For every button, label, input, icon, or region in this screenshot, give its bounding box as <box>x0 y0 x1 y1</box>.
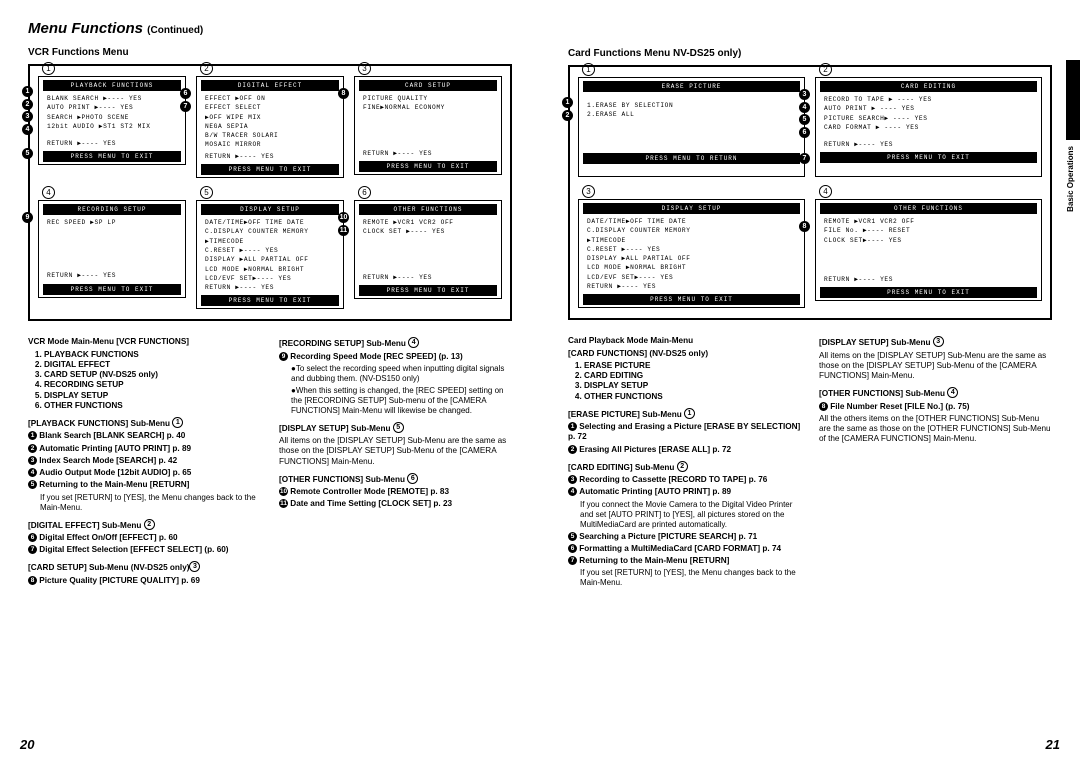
page-right: Card Functions Menu NV-DS25 only) 1 12 E… <box>540 0 1080 762</box>
screen-playback-functions: PLAYBACK FUNCTIONS BLANK SEARCH ▶---- YE… <box>38 76 186 165</box>
page-number-right: 21 <box>1046 737 1060 752</box>
left-description-columns: VCR Mode Main-Menu [VCR FUNCTIONS] PLAYB… <box>28 331 512 588</box>
page-left: Menu Functions (Continued) VCR Functions… <box>0 0 540 762</box>
screen-other-functions: OTHER FUNCTIONS REMOTE ▶VCR1 VCR2 OFF CL… <box>354 200 502 299</box>
screen-label-2: 2 <box>200 62 213 75</box>
screen-card-setup: CARD SETUP PICTURE QUALITY FINE▶NORMAL E… <box>354 76 502 175</box>
screen-label-1: 1 <box>42 62 55 75</box>
vcr-functions-heading: VCR Functions Menu <box>28 47 512 58</box>
screen-label-3r: 3 <box>582 185 595 198</box>
card-screens-box: 1 12 ERASE PICTURE 1.ERASE BY SELECTION … <box>568 65 1052 320</box>
screen-display-setup: DISPLAY SETUP DATE/TIME▶OFF TIME DATE C.… <box>196 200 344 309</box>
screen-label-4r: 4 <box>819 185 832 198</box>
screen-card-editing: CARD EDITING RECORD TO TAPE ▶ ---- YES A… <box>815 77 1042 177</box>
screen-display-setup-r: DISPLAY SETUP DATE/TIME▶OFF TIME DATE C.… <box>578 199 805 308</box>
screen-label-2r: 2 <box>819 63 832 76</box>
side-tab: Basic Operations <box>1066 60 1080 220</box>
screen-label-3: 3 <box>358 62 371 75</box>
screen-label-1r: 1 <box>582 63 595 76</box>
screen-digital-effect: DIGITAL EFFECT EFFECT ▶OFF ON EFFECT SEL… <box>196 76 344 178</box>
card-functions-heading: Card Functions Menu NV-DS25 only) <box>568 48 1052 59</box>
vcr-screens-box: 1 12 34 5 PLAYBACK FUNCTIONS BLANK SEARC… <box>28 64 512 321</box>
right-description-columns: Card Playback Mode Main-Menu [CARD FUNCT… <box>568 330 1052 590</box>
screen-other-functions-r: OTHER FUNCTIONS REMOTE ▶VCR1 VCR2 OFF FI… <box>815 199 1042 301</box>
screen-label-6: 6 <box>358 186 371 199</box>
screen-erase-picture: ERASE PICTURE 1.ERASE BY SELECTION 2.ERA… <box>578 77 805 177</box>
screen-recording-setup: RECORDING SETUP REC SPEED ▶SP LP RETURN … <box>38 200 186 298</box>
page-title: Menu Functions (Continued) <box>28 20 512 37</box>
screen-label-5: 5 <box>200 186 213 199</box>
screen-label-4: 4 <box>42 186 55 199</box>
page-number-left: 20 <box>20 737 34 752</box>
